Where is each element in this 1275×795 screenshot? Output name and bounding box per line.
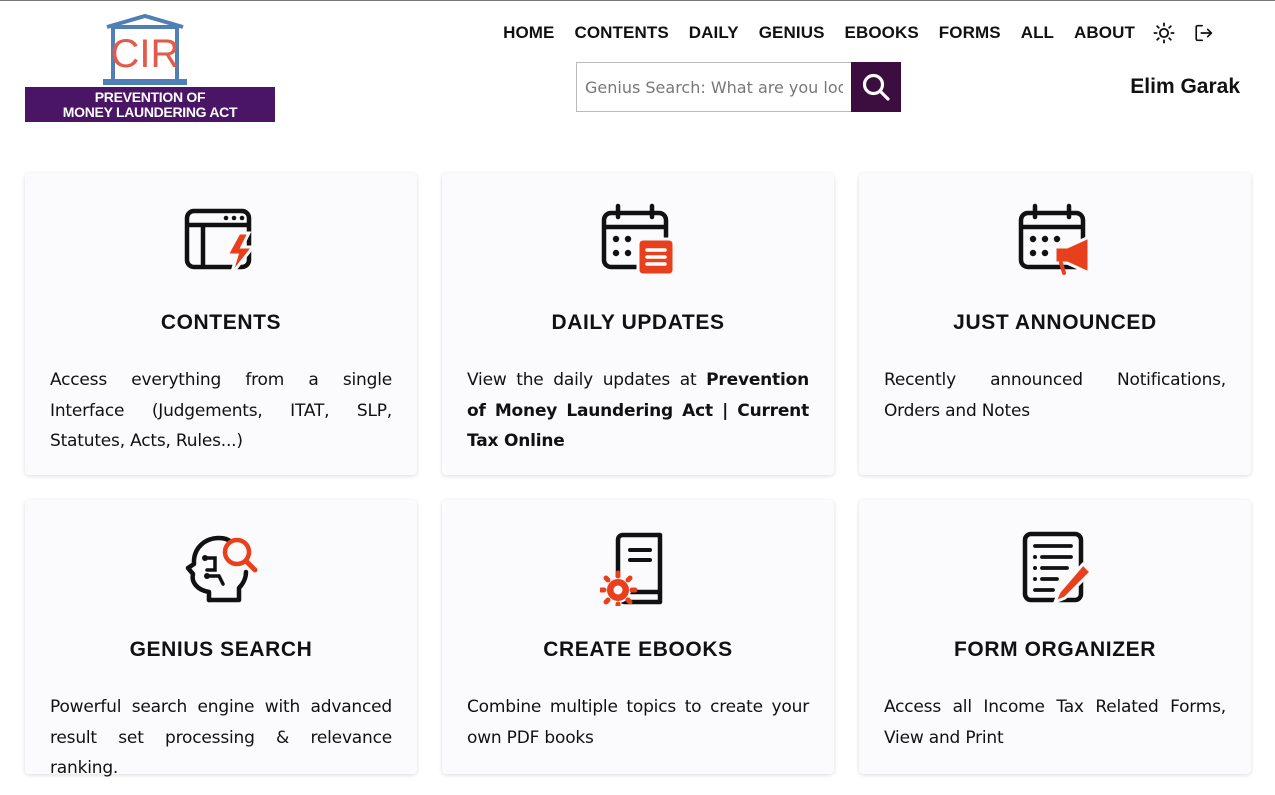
search-icon <box>862 73 890 101</box>
logo-banner-line1: PREVENTION OF <box>94 89 206 105</box>
card-daily-updates[interactable]: DAILY UPDATES View the daily updates at … <box>442 173 834 475</box>
sun-icon[interactable] <box>1153 22 1175 44</box>
card-description: Recently announced Notifications, Orders… <box>884 365 1226 426</box>
nav-contents[interactable]: CONTENTS <box>574 23 668 43</box>
card-title: FORM ORGANIZER <box>953 638 1157 661</box>
card-contents[interactable]: CONTENTS Access everything from a single… <box>25 173 417 475</box>
browser-lightning-icon <box>184 208 257 276</box>
card-description: Combine multiple topics to create your o… <box>467 692 809 753</box>
nav-daily[interactable]: DAILY <box>689 23 739 43</box>
card-desc-text: Powerful search engine with advanced res… <box>50 697 392 778</box>
logo-banner: PREVENTION OF MONEY LAUNDERING ACT <box>25 87 275 122</box>
card-desc-text: View the daily updates at <box>467 370 707 390</box>
search-button[interactable] <box>851 62 901 112</box>
nav-home[interactable]: HOME <box>503 23 554 43</box>
card-description: Access everything from a single Interfac… <box>50 365 392 457</box>
calendar-megaphone-icon <box>1018 203 1091 275</box>
logo-banner-line2: MONEY LAUNDERING ACT <box>62 104 238 120</box>
user-name[interactable]: Elim Garak <box>1130 75 1240 99</box>
search-input[interactable] <box>576 62 851 112</box>
logout-icon[interactable] <box>1193 22 1215 44</box>
emblem-text: CIR <box>111 32 180 76</box>
card-title: DAILY UPDATES <box>551 311 725 334</box>
book-gear-icon <box>600 532 663 606</box>
site-logo[interactable]: CIR PREVENTION OF MONEY LAUNDERING ACT <box>25 13 275 122</box>
nav-about[interactable]: ABOUT <box>1074 23 1135 43</box>
card-genius-search[interactable]: GENIUS SEARCH Powerful search engine wit… <box>25 500 417 778</box>
card-title: GENIUS SEARCH <box>129 638 313 661</box>
feature-grid: CONTENTS Access everything from a single… <box>25 173 1251 778</box>
card-title: JUST ANNOUNCED <box>953 311 1157 334</box>
card-description: Access all Income Tax Related Forms, Vie… <box>884 692 1226 753</box>
card-form-organizer[interactable]: FORM ORGANIZER Access all Income Tax Rel… <box>859 500 1251 774</box>
card-description: Powerful search engine with advanced res… <box>50 692 392 784</box>
main-nav: HOME CONTENTS DAILY GENIUS EBOOKS FORMS … <box>483 21 1215 45</box>
card-create-ebooks[interactable]: CREATE EBOOKS Combine multiple topics to… <box>442 500 834 774</box>
calendar-list-icon <box>601 203 676 277</box>
genius-search <box>576 62 901 112</box>
cir-emblem-icon: CIR <box>103 13 187 85</box>
brain-search-icon <box>185 535 258 603</box>
nav-ebooks[interactable]: EBOOKS <box>845 23 919 43</box>
nav-genius[interactable]: GENIUS <box>759 23 825 43</box>
card-just-announced[interactable]: JUST ANNOUNCED Recently announced Notifi… <box>859 173 1251 475</box>
card-desc-text: Access everything from a single Interfac… <box>50 370 392 451</box>
card-description: View the daily updates at Prevention of … <box>467 365 809 457</box>
nav-all[interactable]: ALL <box>1021 23 1054 43</box>
form-pen-icon <box>1022 531 1093 604</box>
card-title: CREATE EBOOKS <box>543 638 733 661</box>
card-title: CONTENTS <box>160 311 282 334</box>
nav-forms[interactable]: FORMS <box>939 23 1001 43</box>
card-desc-text: Access all Income Tax Related Forms, Vie… <box>884 697 1226 748</box>
card-desc-text: Recently announced Notifications, Orders… <box>884 370 1226 421</box>
card-desc-text: Combine multiple topics to create your o… <box>467 697 809 748</box>
